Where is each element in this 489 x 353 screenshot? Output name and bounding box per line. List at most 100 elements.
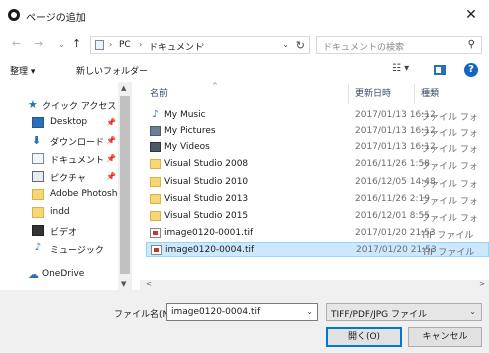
file-row-image0120-0001[interactable]: image0120-0001.tif 2017/01/20 21:53 TIF …: [146, 226, 489, 241]
sidebar-item-pictures[interactable]: ピクチャ 📌: [0, 168, 118, 186]
file-type: ファイル フォ: [421, 162, 478, 172]
documents-location-icon: [95, 40, 104, 50]
breadcrumb-separator-icon[interactable]: ›: [109, 40, 112, 49]
folder-icon: [32, 207, 44, 218]
forward-arrow-icon[interactable]: →: [34, 37, 43, 50]
filename-field[interactable]: image0120-0004.tif ⌄: [166, 303, 318, 321]
sidebar-scrollbar[interactable]: ▲ ▼: [118, 82, 132, 290]
file-type: ファイル フォ: [421, 145, 478, 155]
window-title: ページの追加: [26, 13, 86, 24]
sidebar-item-label: ビデオ: [50, 228, 78, 238]
column-header-date[interactable]: 更新日時: [355, 86, 391, 99]
address-dropdown-icon[interactable]: ⌄: [282, 40, 289, 49]
tif-file-icon: [151, 245, 162, 255]
app-icon: [8, 9, 20, 21]
file-name: My Videos: [164, 142, 210, 152]
column-divider[interactable]: [414, 84, 415, 104]
videos-library-icon: [150, 142, 161, 152]
sidebar-item-label: クイック アクセス: [42, 102, 117, 112]
breadcrumb-documents[interactable]: ドキュメント: [149, 40, 203, 53]
search-placeholder: ドキュメントの検索: [323, 43, 405, 53]
sidebar-item-onedrive[interactable]: ☁ OneDrive: [0, 266, 118, 284]
filetype-dropdown-icon[interactable]: ⌄: [469, 307, 476, 316]
address-bar[interactable]: › PC › ドキュメント › ⌄ ↻: [90, 36, 310, 54]
file-row-visual-studio-2008[interactable]: Visual Studio 2008 2016/11/26 1:58 ファイル …: [146, 157, 489, 172]
file-row-visual-studio-2013[interactable]: Visual Studio 2013 2016/11/26 2:19 ファイル …: [146, 192, 489, 207]
preview-pane-icon[interactable]: [434, 65, 446, 75]
refresh-icon[interactable]: ↻: [296, 39, 305, 52]
back-arrow-icon[interactable]: ←: [12, 37, 21, 50]
filetype-select[interactable]: TIFF/PDF/JPG ファイル ⌄: [326, 303, 482, 321]
sidebar-item-documents[interactable]: ドキュメント 📌: [0, 150, 118, 168]
sidebar-item-label: ピクチャ: [50, 174, 86, 184]
sidebar-item-label: OneDrive: [42, 269, 85, 279]
file-row-my-pictures[interactable]: My Pictures 2017/01/13 16:12 ファイル フォ: [146, 124, 489, 139]
command-toolbar: 整理 ▾ 新しいフォルダー ☷ ▾ ?: [0, 58, 489, 82]
column-header-type[interactable]: 種類: [421, 86, 439, 99]
column-divider[interactable]: [348, 84, 349, 104]
navigation-bar: ← → ⌄ ↑ › PC › ドキュメント › ⌄ ↻ ドキュメントの検索 ⚲: [0, 30, 489, 58]
view-options-icon[interactable]: ☷ ▾: [392, 63, 409, 74]
scrollbar-thumb[interactable]: [120, 96, 130, 274]
scroll-right-icon[interactable]: >: [479, 280, 485, 288]
pin-icon: 📌: [106, 172, 116, 181]
scroll-down-icon[interactable]: ▼: [121, 280, 126, 288]
search-icon[interactable]: ⚲: [468, 39, 475, 50]
breadcrumb-separator-icon[interactable]: ›: [201, 40, 204, 49]
file-row-my-videos[interactable]: My Videos 2017/01/13 16:12 ファイル フォ: [146, 140, 489, 155]
filetype-value: TIFF/PDF/JPG ファイル: [331, 310, 428, 320]
file-row-image0120-0004[interactable]: image0120-0004.tif 2017/01/20 21:53 TIF …: [146, 242, 489, 258]
file-name: Visual Studio 2015: [164, 211, 249, 221]
file-date: 2016/11/26 2:19: [355, 194, 430, 204]
file-type: ファイル フォ: [421, 180, 478, 190]
star-icon: ★: [28, 98, 38, 111]
file-row-my-music[interactable]: ♪ My Music 2017/01/13 16:12 ファイル フォ: [146, 108, 489, 124]
folder-icon: [32, 189, 44, 200]
cancel-button[interactable]: キャンセル: [408, 327, 482, 347]
organize-button[interactable]: 整理 ▾: [10, 64, 35, 77]
sidebar-item-label: ドキュメント: [50, 156, 105, 166]
sidebar-item-label: ダウンロード: [50, 138, 105, 148]
file-type: ファイル フォ: [421, 197, 478, 207]
file-name: Visual Studio 2008: [164, 159, 249, 169]
up-arrow-icon[interactable]: ↑: [72, 37, 81, 50]
sidebar-item-label: Desktop: [50, 117, 88, 127]
filename-dropdown-icon[interactable]: ⌄: [306, 307, 313, 316]
scroll-up-icon[interactable]: ▲: [121, 84, 126, 92]
sidebar-item-music[interactable]: ♪ ミュージック: [0, 240, 118, 258]
folder-icon: [150, 211, 161, 221]
file-name: My Music: [164, 110, 206, 120]
horizontal-scrollbar[interactable]: < >: [140, 280, 489, 290]
file-date: 2016/12/01 8:55: [355, 211, 430, 221]
file-row-visual-studio-2015[interactable]: Visual Studio 2015 2016/12/01 8:55 ファイル …: [146, 209, 489, 224]
open-button[interactable]: 開く(O): [326, 327, 402, 347]
column-header-name[interactable]: 名前: [150, 86, 168, 99]
file-type: ファイル フォ: [421, 214, 478, 224]
folder-icon: [150, 177, 161, 187]
new-folder-button[interactable]: 新しいフォルダー: [76, 64, 148, 77]
recent-locations-chevron-icon[interactable]: ⌄: [58, 40, 65, 49]
onedrive-icon: ☁: [28, 268, 39, 281]
sidebar-item-desktop[interactable]: Desktop 📌: [0, 114, 118, 132]
file-row-visual-studio-2010[interactable]: Visual Studio 2010 2016/12/05 14:48 ファイル…: [146, 175, 489, 190]
close-button[interactable]: ✕: [453, 0, 489, 30]
breadcrumb-pc[interactable]: PC: [119, 40, 131, 50]
sort-ascending-icon: ^: [212, 82, 218, 90]
scroll-left-icon[interactable]: <: [146, 280, 152, 288]
videos-icon: [32, 225, 44, 236]
sidebar-item-quick-access[interactable]: ★ クイック アクセス: [0, 96, 118, 114]
search-input[interactable]: ドキュメントの検索 ⚲: [316, 36, 482, 54]
sidebar-item-indd[interactable]: indd: [0, 204, 118, 222]
file-type: TIF ファイル: [421, 231, 474, 241]
sidebar-item-videos[interactable]: ビデオ: [0, 222, 118, 240]
help-icon[interactable]: ?: [464, 63, 478, 77]
folder-icon: [150, 159, 161, 169]
filename-value[interactable]: image0120-0004.tif: [171, 307, 260, 317]
pin-icon: 📌: [106, 154, 116, 163]
sidebar-item-downloads[interactable]: ⬇ ダウンロード 📌: [0, 132, 118, 150]
breadcrumb-separator-icon[interactable]: ›: [139, 40, 142, 49]
sidebar-item-adobe-photoshop[interactable]: Adobe Photoshop: [0, 186, 129, 204]
file-name: Visual Studio 2013: [164, 194, 249, 204]
navigation-pane: ★ クイック アクセス Desktop 📌 ⬇ ダウンロード 📌 ドキュメント …: [0, 82, 132, 290]
file-name: Visual Studio 2010: [164, 177, 249, 187]
